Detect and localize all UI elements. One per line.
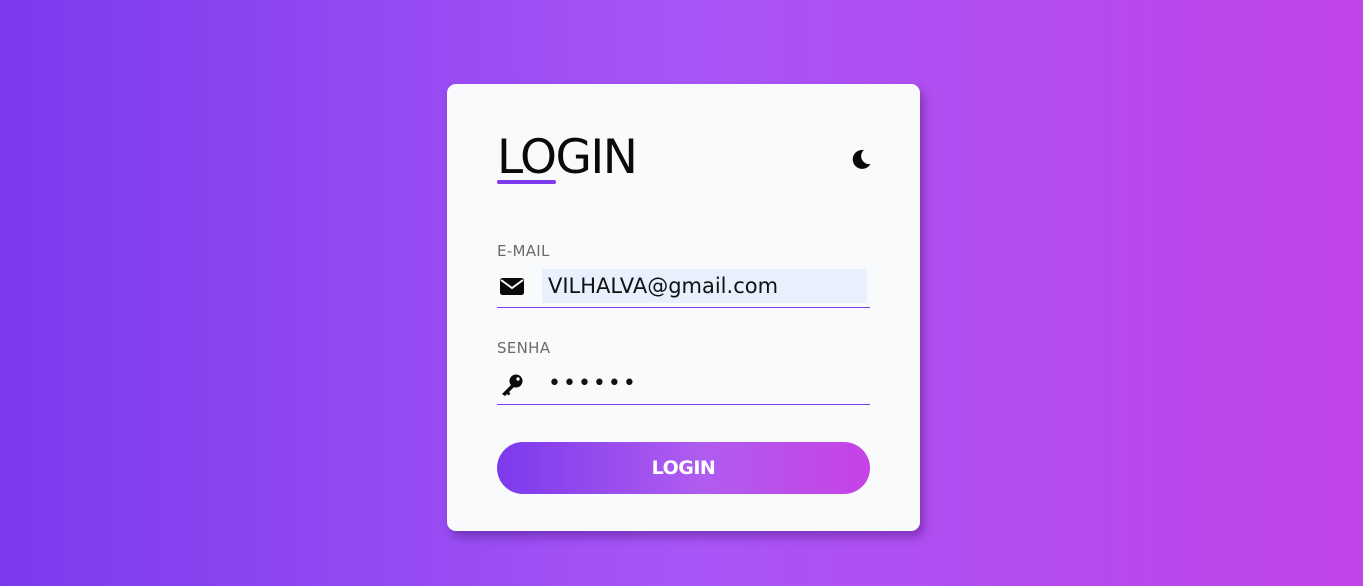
key-icon	[499, 373, 525, 396]
email-field-group: E-MAIL	[497, 241, 870, 308]
login-button[interactable]: LOGIN	[497, 442, 870, 494]
password-label: SENHA	[497, 339, 551, 357]
login-card: LOGIN E-MAIL SENHA	[447, 84, 920, 531]
password-field-group: SENHA	[497, 338, 870, 405]
envelope-icon	[499, 276, 525, 298]
password-input[interactable]	[542, 366, 867, 400]
card-header: LOGIN	[497, 130, 872, 190]
email-input-row	[497, 269, 870, 308]
password-input-row	[497, 366, 870, 405]
email-label: E-MAIL	[497, 242, 550, 260]
moon-icon[interactable]	[850, 148, 872, 170]
page-title: LOGIN	[497, 130, 638, 185]
email-input[interactable]	[542, 269, 867, 303]
title-underline	[497, 180, 556, 184]
